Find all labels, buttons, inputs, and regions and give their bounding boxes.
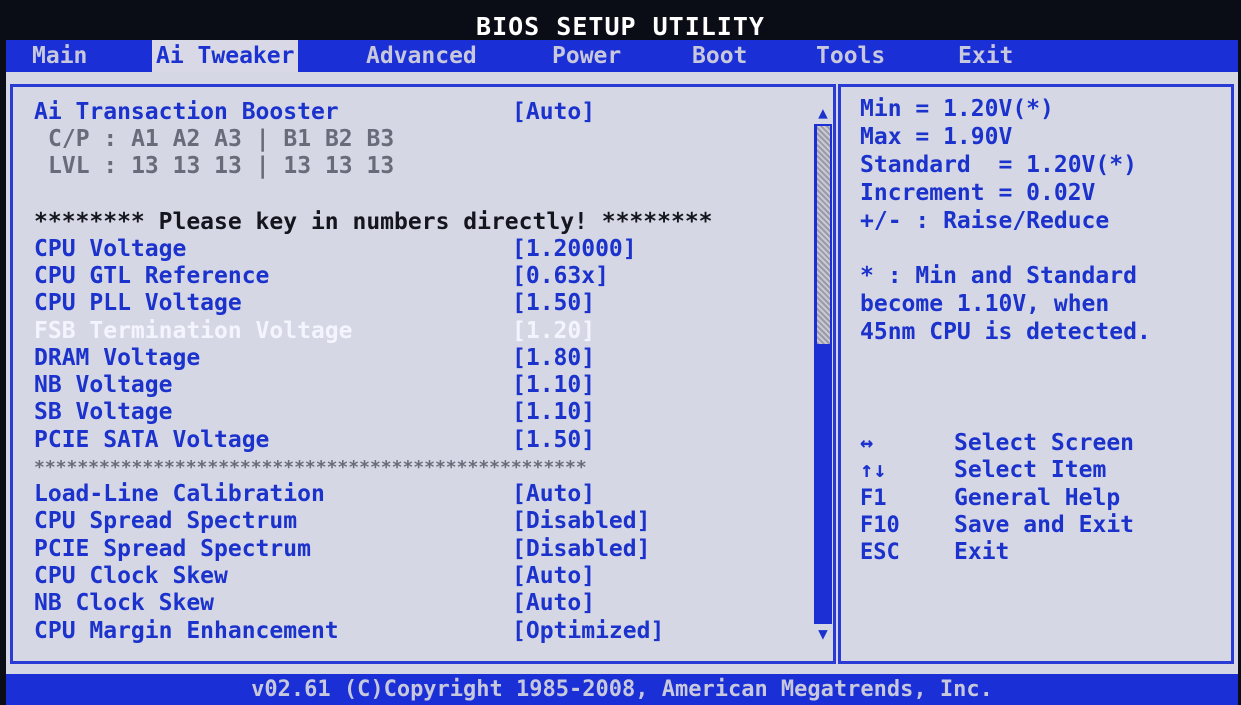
value-nb-clock-skew[interactable]: [Auto] [512, 590, 595, 617]
setting-ai-transaction-booster[interactable]: Ai Transaction Booster [34, 99, 339, 126]
value-cpu-clock-skew[interactable]: [Auto] [512, 563, 595, 590]
help-max: Max = 1.90V [860, 124, 1013, 150]
value-cpu-voltage[interactable]: [1.20000] [512, 236, 637, 263]
setting-load-line-calibration[interactable]: Load-Line Calibration [34, 481, 325, 508]
cp-line: C/P : A1 A2 A3 | B1 B2 B3 [48, 126, 395, 152]
value-ai-transaction-booster[interactable]: [Auto] [512, 99, 595, 126]
key-in-notice: ******** Please key in numbers directly!… [34, 209, 713, 235]
setting-pcie-spread-spectrum[interactable]: PCIE Spread Spectrum [34, 536, 311, 563]
setting-cpu-margin-enhancement[interactable]: CPU Margin Enhancement [34, 618, 339, 645]
tab-boot[interactable]: Boot [688, 40, 751, 72]
separator-line: ****************************************… [34, 457, 587, 478]
key-esc: ESC [860, 540, 900, 565]
up-down-arrows-icon: ↑↓ [860, 458, 887, 483]
scrollbar-thumb-region[interactable] [817, 126, 830, 344]
tab-ai-tweaker[interactable]: Ai Tweaker [152, 40, 299, 72]
key-desc-save-and-exit: Save and Exit [954, 512, 1135, 538]
value-dram-voltage[interactable]: [1.80] [512, 345, 595, 372]
setting-sb-voltage[interactable]: SB Voltage [34, 399, 172, 426]
help-raise-reduce: +/- : Raise/Reduce [860, 208, 1110, 234]
setting-cpu-clock-skew[interactable]: CPU Clock Skew [34, 563, 228, 590]
value-cpu-gtl-reference[interactable]: [0.63x] [512, 263, 609, 290]
tab-power[interactable]: Power [548, 40, 625, 72]
scroll-down-icon[interactable]: ▼ [814, 624, 832, 643]
key-desc-select-screen: Select Screen [954, 430, 1135, 456]
value-sb-voltage[interactable]: [1.10] [512, 399, 595, 426]
setting-nb-voltage[interactable]: NB Voltage [34, 372, 172, 399]
copyright-footer: v02.61 (C)Copyright 1985-2008, American … [6, 674, 1238, 705]
tab-bar: Main Ai Tweaker Advanced Power Boot Tool… [6, 40, 1238, 72]
value-load-line-calibration[interactable]: [Auto] [512, 481, 595, 508]
setting-cpu-voltage[interactable]: CPU Voltage [34, 236, 186, 263]
help-min: Min = 1.20V(*) [860, 96, 1054, 122]
help-note-3: 45nm CPU is detected. [860, 319, 1151, 345]
value-fsb-termination-voltage[interactable]: [1.20] [512, 318, 595, 345]
value-cpu-pll-voltage[interactable]: [1.50] [512, 290, 595, 317]
help-standard: Standard = 1.20V(*) [860, 152, 1137, 178]
value-pcie-sata-voltage[interactable]: [1.50] [512, 427, 595, 454]
bios-screen: BIOS SETUP UTILITY Main Ai Tweaker Advan… [0, 0, 1241, 705]
left-right-arrows-icon: ↔ [860, 431, 874, 456]
tab-exit[interactable]: Exit [954, 40, 1017, 72]
value-pcie-spread-spectrum[interactable]: [Disabled] [512, 536, 650, 563]
scroll-up-icon[interactable]: ▲ [814, 103, 832, 122]
key-f10: F10 [860, 513, 900, 538]
key-desc-exit: Exit [954, 539, 1010, 565]
value-nb-voltage[interactable]: [1.10] [512, 372, 595, 399]
setting-nb-clock-skew[interactable]: NB Clock Skew [34, 590, 214, 617]
tab-advanced[interactable]: Advanced [362, 40, 481, 72]
setting-fsb-termination-voltage[interactable]: FSB Termination Voltage [34, 318, 353, 345]
value-cpu-spread-spectrum[interactable]: [Disabled] [512, 508, 650, 535]
key-f1: F1 [860, 486, 887, 511]
lvl-line: LVL : 13 13 13 | 13 13 13 [48, 153, 395, 179]
value-cpu-margin-enhancement[interactable]: [Optimized] [512, 618, 664, 645]
setting-cpu-spread-spectrum[interactable]: CPU Spread Spectrum [34, 508, 297, 535]
setting-dram-voltage[interactable]: DRAM Voltage [34, 345, 200, 372]
tab-tools[interactable]: Tools [812, 40, 889, 72]
help-note-1: * : Min and Standard [860, 263, 1137, 289]
setting-cpu-pll-voltage[interactable]: CPU PLL Voltage [34, 290, 242, 317]
key-desc-select-item: Select Item [954, 457, 1107, 483]
key-desc-general-help: General Help [954, 485, 1121, 511]
setting-cpu-gtl-reference[interactable]: CPU GTL Reference [34, 263, 269, 290]
help-note-2: become 1.10V, when [860, 291, 1110, 317]
help-increment: Increment = 0.02V [860, 180, 1096, 206]
setting-pcie-sata-voltage[interactable]: PCIE SATA Voltage [34, 427, 269, 454]
tab-main[interactable]: Main [28, 40, 91, 72]
bios-title: BIOS SETUP UTILITY [476, 12, 765, 41]
